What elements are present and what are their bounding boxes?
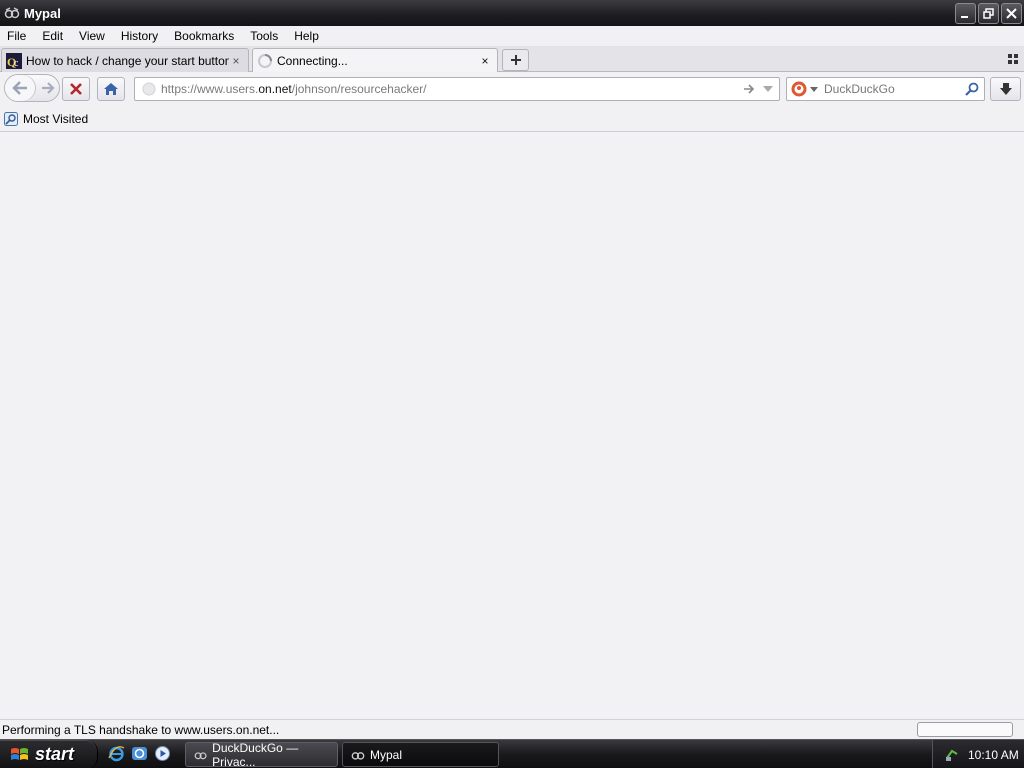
site-favicon-icon: Q c — [6, 52, 22, 69]
back-forward-group — [4, 74, 60, 102]
page-content-area[interactable] — [0, 132, 1024, 719]
media-player-icon[interactable] — [154, 745, 171, 762]
most-visited-icon — [4, 111, 18, 126]
forward-button[interactable] — [37, 75, 59, 101]
menu-history[interactable]: History — [113, 29, 166, 43]
duckduckgo-icon — [791, 81, 807, 97]
minimize-button[interactable] — [955, 3, 976, 24]
go-arrow-icon — [744, 84, 755, 94]
system-tray: 10:10 AM — [932, 740, 1024, 768]
mypal-app-icon — [351, 751, 365, 760]
search-input[interactable]: DuckDuckGo — [824, 82, 965, 96]
url-prefix: https://www.users. — [161, 82, 259, 96]
close-icon — [1006, 8, 1017, 19]
downloads-button[interactable] — [990, 77, 1021, 101]
url-history-dropdown[interactable] — [761, 86, 775, 92]
url-path: /johnson/resourcehacker/ — [291, 82, 427, 96]
menu-view[interactable]: View — [71, 29, 113, 43]
mypal-app-icon — [4, 7, 20, 19]
back-arrow-icon — [12, 81, 27, 95]
taskbar-item-duckduckgo[interactable]: DuckDuckGo — Privac... — [185, 740, 338, 768]
home-icon — [104, 83, 118, 95]
url-bar[interactable]: https://www.users.on.net/johnson/resourc… — [134, 77, 780, 101]
site-identity-icon[interactable] — [142, 82, 156, 96]
tab-label: Connecting... — [277, 54, 348, 68]
new-tab-button[interactable] — [502, 49, 529, 71]
menu-file[interactable]: File — [0, 29, 34, 43]
menu-bar: File Edit View History Bookmarks Tools H… — [0, 26, 1024, 46]
dropdown-triangle-icon — [763, 86, 773, 92]
mypal-app-icon — [194, 751, 207, 759]
svg-text:c: c — [14, 58, 19, 69]
search-engine-selector[interactable] — [791, 81, 818, 97]
close-window-button[interactable] — [1001, 3, 1022, 24]
loading-spinner-icon — [258, 54, 272, 68]
forward-arrow-icon — [42, 82, 55, 94]
restore-icon — [983, 8, 994, 19]
start-label: start — [35, 744, 75, 764]
tab-strip: Q c How to hack / change your start butt… — [0, 46, 1024, 73]
stop-button[interactable] — [62, 77, 90, 101]
home-button[interactable] — [97, 77, 125, 101]
window-controls — [955, 3, 1022, 24]
tab-close-button[interactable]: × — [478, 54, 492, 68]
search-bar[interactable]: DuckDuckGo — [786, 77, 985, 101]
stop-x-icon — [70, 83, 82, 95]
back-button[interactable] — [5, 75, 35, 101]
status-bar: Performing a TLS handshake to www.users.… — [0, 719, 1024, 739]
window-title: Mypal — [24, 5, 61, 21]
tab-close-button[interactable]: × — [229, 54, 243, 68]
system-clock[interactable]: 10:10 AM — [968, 748, 1019, 762]
safely-remove-hardware-icon[interactable] — [945, 748, 959, 762]
chevron-down-icon — [810, 86, 818, 92]
restore-button[interactable] — [978, 3, 999, 24]
download-arrow-icon — [999, 83, 1012, 95]
tab-connecting[interactable]: Connecting... × — [252, 48, 498, 73]
tab-label: How to hack / change your start button i… — [26, 53, 229, 68]
task-label: Mypal — [370, 747, 403, 762]
status-text: Performing a TLS handshake to www.users.… — [2, 722, 280, 737]
tab-list-grid-icon[interactable] — [1008, 54, 1018, 64]
task-label: DuckDuckGo — Privac... — [212, 740, 299, 768]
menu-bookmarks[interactable]: Bookmarks — [166, 29, 242, 43]
quick-launch — [108, 745, 171, 762]
taskbar: start DuckDuckGo — Privac... Mypal 10:10… — [0, 739, 1024, 768]
tab-how-to-hack[interactable]: Q c How to hack / change your start butt… — [1, 48, 249, 72]
navigation-toolbar: https://www.users.on.net/johnson/resourc… — [0, 72, 1024, 106]
bookmark-most-visited[interactable]: Most Visited — [4, 111, 89, 126]
bookmark-label: Most Visited — [23, 111, 89, 126]
magnifier-search-icon — [965, 82, 979, 96]
menu-tools[interactable]: Tools — [242, 29, 286, 43]
windows-flag-icon — [11, 747, 28, 760]
minimize-icon — [961, 16, 968, 18]
go-button[interactable] — [741, 84, 757, 94]
window-titlebar[interactable]: Mypal — [0, 0, 1024, 26]
taskbar-item-mypal[interactable]: Mypal — [342, 742, 499, 767]
plus-icon — [510, 55, 521, 65]
internet-explorer-icon[interactable] — [108, 745, 125, 762]
start-button[interactable]: start — [0, 740, 98, 768]
bookmarks-toolbar: Most Visited — [0, 106, 1024, 132]
url-text[interactable]: https://www.users.on.net/johnson/resourc… — [161, 82, 741, 96]
search-button[interactable] — [965, 82, 979, 96]
menu-help[interactable]: Help — [286, 29, 327, 43]
outlook-express-icon[interactable] — [131, 745, 148, 762]
menu-edit[interactable]: Edit — [34, 29, 71, 43]
url-domain: on.net — [258, 82, 292, 96]
page-load-progress-bar — [917, 722, 1013, 737]
